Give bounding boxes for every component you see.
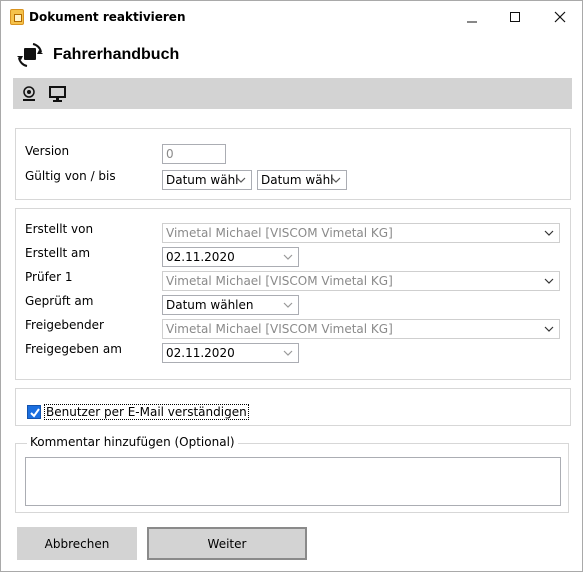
monitor-icon	[48, 86, 66, 102]
document-title: Fahrerhandbuch	[53, 46, 180, 63]
valid-from-value: Datum wähl	[166, 173, 239, 187]
close-button[interactable]	[538, 1, 582, 32]
created-by-value: Vimetal Michael [VISCOM Vimetal KG]	[166, 226, 393, 240]
title-bar: Dokument reaktivieren	[1, 1, 582, 32]
reviewed-on-value: Datum wählen	[166, 298, 254, 312]
toolbar-monitor-button[interactable]	[47, 84, 67, 104]
valid-to-select[interactable]: Datum wähl	[257, 170, 347, 190]
chevron-down-icon	[544, 278, 554, 284]
valid-range-label: Gültig von / bis	[25, 169, 116, 183]
created-by-select[interactable]: Vimetal Michael [VISCOM Vimetal KG]	[162, 223, 560, 243]
valid-from-select[interactable]: Datum wähl	[162, 170, 252, 190]
version-input[interactable]: 0	[162, 144, 226, 164]
document-app-icon	[10, 9, 24, 25]
minimize-icon	[467, 21, 477, 22]
approved-on-value: 02.11.2020	[166, 346, 235, 360]
chevron-down-icon	[236, 177, 246, 183]
reviewer-select[interactable]: Vimetal Michael [VISCOM Vimetal KG]	[162, 271, 560, 291]
reviewed-on-label: Geprüft am	[25, 294, 94, 308]
chevron-down-icon	[283, 254, 293, 260]
created-on-value: 02.11.2020	[166, 250, 235, 264]
reviewer-label: Prüfer 1	[25, 270, 73, 284]
notify-label[interactable]: Benutzer per E-Mail verständigen	[44, 404, 249, 420]
approver-select[interactable]: Vimetal Michael [VISCOM Vimetal KG]	[162, 319, 560, 339]
cancel-button[interactable]: Abbrechen	[17, 527, 137, 560]
chevron-down-icon	[283, 350, 293, 356]
approver-value: Vimetal Michael [VISCOM Vimetal KG]	[166, 322, 393, 336]
dialog-window: Dokument reaktivieren Fahrerhandbuch Ver…	[0, 0, 583, 572]
chevron-down-icon	[544, 326, 554, 332]
window-title: Dokument reaktivieren	[29, 10, 186, 24]
approver-label: Freigebender	[25, 318, 104, 332]
close-icon	[554, 11, 566, 22]
version-label: Version	[25, 144, 70, 158]
valid-to-value: Datum wähl	[261, 173, 334, 187]
notify-checkbox[interactable]	[27, 405, 41, 419]
approved-on-label: Freigegeben am	[25, 342, 122, 356]
reviewed-on-date[interactable]: Datum wählen	[162, 295, 299, 315]
settings-icon	[23, 86, 35, 101]
maximize-icon	[510, 11, 520, 22]
document-header: Fahrerhandbuch	[15, 40, 555, 70]
approved-on-date[interactable]: 02.11.2020	[162, 343, 299, 363]
chevron-down-icon	[283, 302, 293, 308]
reviewer-value: Vimetal Michael [VISCOM Vimetal KG]	[166, 274, 393, 288]
created-on-label: Erstellt am	[25, 246, 91, 260]
chevron-down-icon	[544, 230, 554, 236]
toolbar-settings-button[interactable]	[19, 84, 39, 104]
minimize-button[interactable]	[450, 1, 494, 32]
toolbar	[13, 78, 572, 109]
created-by-label: Erstellt von	[25, 222, 94, 236]
next-button[interactable]: Weiter	[147, 527, 307, 560]
checkmark-icon	[30, 408, 40, 418]
reactivate-icon	[17, 43, 43, 67]
created-on-date[interactable]: 02.11.2020	[162, 247, 299, 267]
chevron-down-icon	[331, 177, 341, 183]
comment-legend: Kommentar hinzufügen (Optional)	[27, 435, 238, 449]
maximize-button[interactable]	[493, 1, 537, 32]
comment-textarea[interactable]	[25, 457, 561, 506]
